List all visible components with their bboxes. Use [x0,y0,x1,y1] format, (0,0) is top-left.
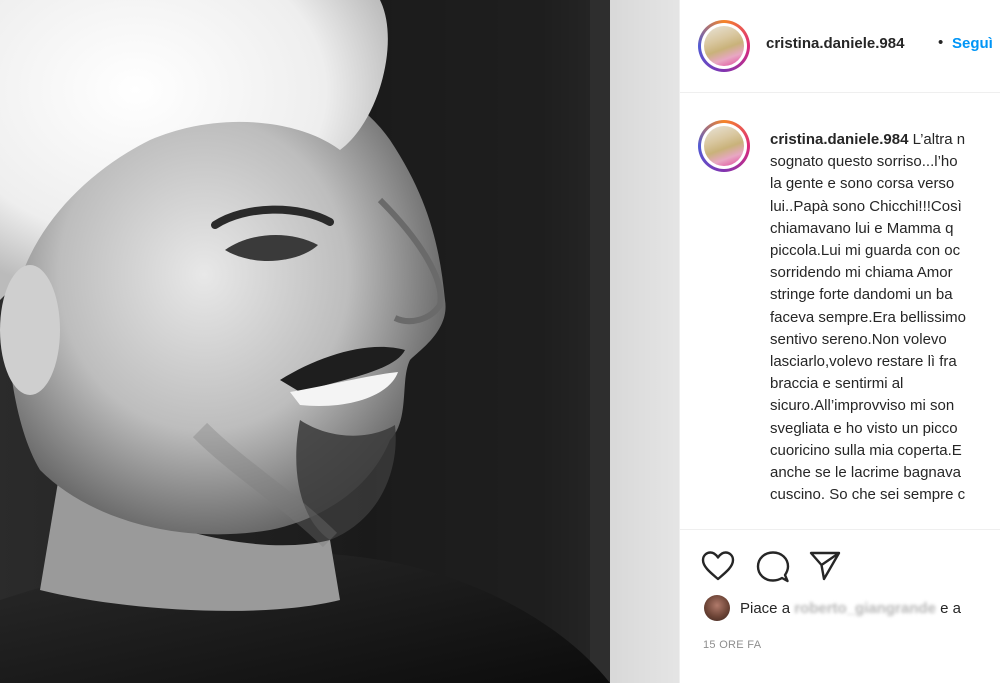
post-caption: cristina.daniele.984 L’altra n sognato q… [770,129,1000,506]
caption-line: chiamavano lui e Mamma q [770,219,954,237]
caption-line: braccia e sentirmi al [770,375,904,393]
caption-line: sentivo sereno.Non volevo [770,330,947,348]
post-photo-image [0,0,679,683]
post-photo[interactable] [0,0,679,683]
caption-line: piccola.Lui mi guarda con oc [770,242,961,260]
separator-dot: • [938,34,944,51]
caption-username[interactable]: cristina.daniele.984 [770,131,908,148]
caption-line: faceva sempre.Era bellissimo [770,308,966,326]
likes-user[interactable]: roberto_giangrande [794,600,936,617]
caption-line: sorridendo mi chiama Amor [770,264,953,282]
post-side-panel: cristina.daniele.984 • Seguì cristina.da… [679,0,1000,683]
caption-line: cuoricino sulla mia coperta.E [770,441,962,459]
caption-line: L’altra n [912,131,966,148]
header-username[interactable]: cristina.daniele.984 [766,35,904,52]
caption-avatar-image [704,126,744,166]
likes-suffix: e a [940,600,961,617]
caption-line: la gente e sono corsa verso [770,175,955,193]
post-actions: Piace a roberto_giangrande e a 15 ORE FA [680,529,1000,683]
likes-prefix: Piace a [740,600,791,617]
caption-avatar[interactable] [698,120,750,172]
follow-button[interactable]: Seguì [952,35,993,52]
caption-line: lasciarlo,volevo restare lì fra [770,353,957,371]
caption-line: svegliata e ho visto un picco [770,419,958,437]
likes-summary: Piace a roberto_giangrande e a [740,600,961,617]
caption-line: stringe forte dandomi un ba [770,286,953,304]
comment-icon[interactable] [756,550,790,584]
share-icon[interactable] [808,550,842,582]
caption-line: sicuro.All’improvviso mi son [770,397,955,415]
heart-icon[interactable] [701,550,735,582]
caption-line: cuscino. So che sei sempre c [770,486,966,504]
post-header: cristina.daniele.984 • Seguì [680,0,1000,93]
post-timestamp[interactable]: 15 ORE FA [703,639,761,651]
caption-line: lui..Papà sono Chicchi!!!Così [770,197,962,215]
comments-section[interactable]: cristina.daniele.984 L’altra n sognato q… [680,93,1000,529]
caption-line: anche se le lacrime bagnava [770,464,961,482]
caption-line: sognato questo sorriso...l’ho [770,153,958,171]
liker-avatar[interactable] [704,595,730,621]
avatar-image [704,26,744,66]
avatar[interactable] [698,20,750,72]
